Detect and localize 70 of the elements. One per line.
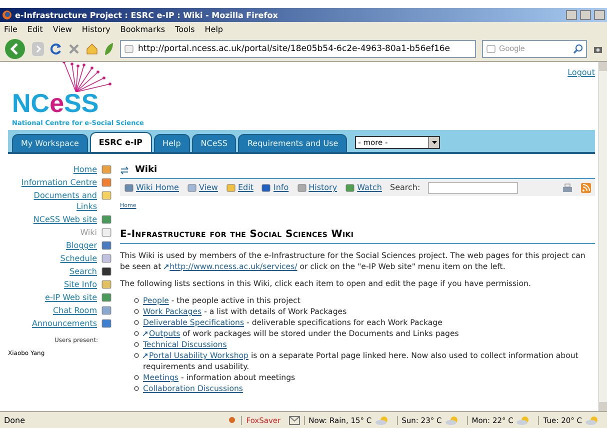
site-tab[interactable]: Requirements and Use <box>238 134 348 152</box>
sidebar-link[interactable]: Blogger <box>66 240 97 251</box>
bullet-icon <box>134 320 139 325</box>
bullet-icon <box>134 386 139 391</box>
bullet-icon <box>134 298 139 303</box>
status-text: Done <box>4 416 26 424</box>
close-button[interactable] <box>594 10 605 20</box>
toolbar-link[interactable]: View <box>186 182 218 192</box>
sidebar-link[interactable]: Information Centre <box>21 177 97 188</box>
sidebar-link[interactable]: Search <box>70 266 97 277</box>
logout-link[interactable]: Logout <box>568 68 595 77</box>
sidebar-link[interactable]: Announcements <box>32 318 97 329</box>
menu-item[interactable]: File <box>4 24 18 34</box>
toolbar-link[interactable]: Info <box>261 182 289 192</box>
search-bar[interactable]: Google <box>482 40 587 58</box>
bullet-icon <box>134 309 139 314</box>
cloud-icon <box>516 416 530 424</box>
maximize-button[interactable] <box>580 10 591 20</box>
toolbar-link[interactable]: Watch <box>345 182 382 192</box>
stop-icon[interactable] <box>68 42 80 54</box>
toolbar-link[interactable]: Wiki Home <box>124 182 179 192</box>
menu-item[interactable]: Edit <box>27 24 43 34</box>
toolbar-link[interactable]: History <box>296 182 338 192</box>
back-button[interactable] <box>4 38 26 60</box>
sidebar-link[interactable]: Documents and Links <box>17 190 97 212</box>
sidebar-link[interactable]: Schedule <box>60 253 97 264</box>
leaf-icon[interactable] <box>104 42 114 56</box>
home-icon[interactable] <box>86 42 98 54</box>
scrollbar[interactable] <box>598 62 607 411</box>
external-link-icon <box>164 264 169 269</box>
bullet-icon <box>134 353 139 358</box>
print-icon[interactable] <box>562 182 573 192</box>
bullet-icon <box>134 342 139 347</box>
firefox-icon <box>2 10 12 20</box>
site-tab[interactable]: Help <box>154 134 190 152</box>
rss-icon[interactable] <box>581 182 591 192</box>
tool-title: Wiki <box>135 165 158 175</box>
sidebar-link[interactable]: Site Info <box>64 279 97 290</box>
cloud-icon <box>374 416 389 424</box>
menu-item[interactable]: Tools <box>175 24 195 34</box>
sidebar-link[interactable]: Chat Room <box>52 305 97 316</box>
wiki-search-field[interactable] <box>428 182 518 194</box>
sidebar-link[interactable]: Home <box>73 164 97 175</box>
window-title: e-Infrastructure Project : ESRC e-IP : Wiki - Mozilla Firefox <box>15 10 279 20</box>
bullet-icon <box>134 375 139 380</box>
reload-icon[interactable] <box>50 42 62 54</box>
site-tab[interactable]: NCeSS <box>192 134 236 152</box>
url-text: http://portal.ncess.ac.uk/portal/site/18e05b54-6c2e-4963-80a1-b56ef16e <box>138 44 450 54</box>
page-heading: E-Infrastructure for the Social Sciences Wiki <box>120 229 595 244</box>
sidebar-link[interactable]: NCeSS Web site <box>33 214 97 225</box>
menu-item[interactable]: Help <box>204 24 224 34</box>
caret-icon <box>432 141 437 144</box>
site-tab[interactable]: ESRC e-IP <box>90 132 152 152</box>
swap-arrows-icon[interactable] <box>120 166 129 174</box>
logo-wordmark: NCeSS <box>12 88 100 119</box>
mail-icon[interactable] <box>288 416 300 424</box>
address-field[interactable]: http://portal.ncess.ac.uk/portal/site/18e05b54-6c2e-4963-80a1-b56ef16e <box>120 40 476 58</box>
bullet-icon <box>134 331 139 336</box>
minimize-button[interactable] <box>566 10 577 20</box>
search-label: Search: <box>390 183 420 192</box>
cloud-icon <box>585 416 599 424</box>
cloud-icon <box>444 416 459 424</box>
site-tab[interactable]: My Workspace <box>12 134 88 152</box>
search-icon[interactable] <box>573 44 583 54</box>
menu-item[interactable]: History <box>82 24 110 34</box>
menu-item[interactable]: View <box>52 24 72 34</box>
sidebar-link[interactable]: e-IP Web site <box>45 292 97 303</box>
menu-item[interactable]: Bookmarks <box>120 24 166 34</box>
forward-button[interactable] <box>32 42 44 56</box>
toolbar-link[interactable]: Edit <box>226 182 254 192</box>
